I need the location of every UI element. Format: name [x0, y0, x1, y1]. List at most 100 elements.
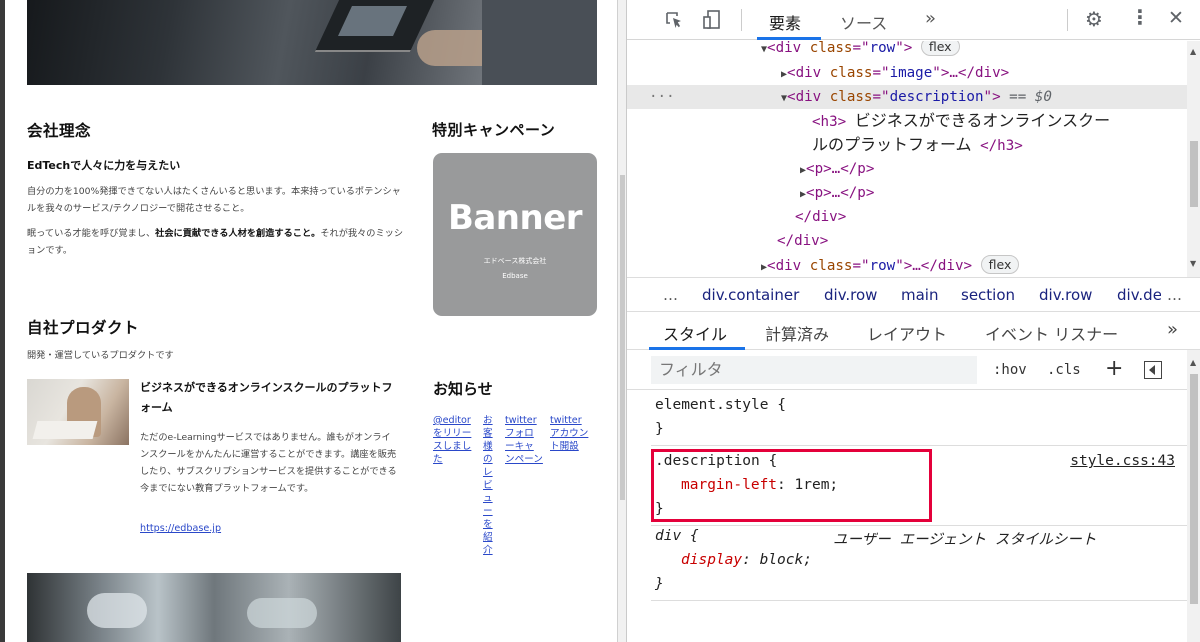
h3-text-line2: ルのプラットフォーム [812, 135, 972, 154]
selected-node-marker: == $0 [1009, 89, 1052, 105]
news-link-2[interactable]: お客様のレビューを紹介 [483, 414, 497, 557]
breadcrumb-item[interactable]: main [901, 286, 938, 304]
flex-badge[interactable]: flex [920, 41, 960, 56]
tag-name: div [795, 89, 822, 105]
style-rules: element.style { } .description { style.c… [627, 391, 1187, 642]
banner-name: Edbase [502, 272, 528, 280]
new-rule-plus-icon[interactable]: + [1105, 356, 1123, 381]
settings-gear-icon[interactable]: ⚙ [1085, 9, 1103, 29]
dom-tree-scrollbar-thumb[interactable] [1190, 141, 1198, 207]
tree-row-h3-cont[interactable]: ルのプラットフォーム </h3> [812, 133, 1023, 157]
css-property: display [681, 552, 743, 568]
tab-layout[interactable]: レイアウト [867, 321, 947, 345]
cls-toggle[interactable]: .cls [1047, 362, 1081, 378]
styles-scrollbar[interactable]: ▲ [1187, 350, 1200, 642]
closing-tag: </div> [795, 209, 847, 225]
news-link-4[interactable]: twitterアカウント開設 [550, 414, 590, 453]
tree-row-p1[interactable]: ▶<p>…</p> [800, 157, 874, 181]
h3-text-line1: ビジネスができるオンラインスクー [854, 111, 1111, 130]
news-link-1[interactable]: @editorをリリースしました [433, 414, 475, 466]
tree-row-open[interactable]: ▼<div class="row"> flex [761, 41, 960, 60]
breadcrumb-item[interactable]: div.container [702, 286, 799, 304]
tab-styles[interactable]: スタイル [663, 321, 727, 345]
tree-row-description-selected[interactable]: ··· ▼<div class="description"> == $0 [627, 85, 1187, 109]
more-subtabs-icon[interactable]: » [1167, 319, 1178, 340]
tree-row-image[interactable]: ▶<div class="image">…</div> [781, 61, 1009, 85]
philosophy-section: 会社理念 EdTechで人々に力を与えたい 自分の力を100%発揮できてない人は… [27, 110, 407, 259]
news-title: お知らせ [433, 380, 493, 398]
product-image [27, 379, 129, 445]
css-value: block; [759, 552, 812, 568]
knee-shape [87, 593, 147, 628]
page-scrollbar[interactable] [617, 0, 626, 642]
attr-value: row [869, 41, 896, 56]
breadcrumb-item[interactable]: section [961, 286, 1015, 304]
knee-shape [247, 598, 317, 628]
tree-row-h3[interactable]: <h3> ビジネスができるオンラインスクー [812, 109, 1110, 133]
dom-tree: ▼<div class="row"> flex ▶<div class="ima… [627, 41, 1187, 277]
tab-event-listeners[interactable]: イベント リスナー [985, 321, 1118, 345]
filter-input[interactable]: フィルタ [651, 356, 977, 384]
banner[interactable]: Banner エドベース株式会社 Edbase [433, 153, 597, 316]
tab-elements[interactable]: 要素 [769, 10, 801, 34]
web-page: 会社理念 EdTechで人々に力を与えたい 自分の力を100%発揮できてない人は… [0, 0, 617, 642]
element-style-selector[interactable]: element.style { [655, 397, 786, 413]
dom-tree-scrollbar[interactable]: ▲ ▼ [1187, 41, 1200, 277]
tab-sources[interactable]: ソース [840, 10, 887, 34]
inspect-element-icon[interactable] [665, 11, 683, 33]
attr-value: image [889, 65, 933, 81]
book-shape [32, 421, 98, 439]
rule-divider [651, 445, 1187, 446]
tab-computed[interactable]: 計算済み [765, 321, 829, 345]
styles-scrollbar-thumb[interactable] [1190, 374, 1198, 604]
breadcrumb-overflow-right-icon[interactable]: … [1167, 286, 1182, 304]
product-link[interactable]: https://edbase.jp [140, 523, 221, 534]
page-scrollbar-thumb[interactable] [620, 175, 625, 500]
tag-name: div [795, 65, 822, 81]
tree-row-collapsed[interactable]: ▶<div class="row">…</div> flex [761, 254, 1020, 277]
close-icon[interactable]: ✕ [1168, 9, 1184, 28]
display-declaration: display: block; [681, 552, 812, 568]
attr-value: description [889, 89, 984, 105]
sleeve-shape [482, 0, 597, 85]
devtools-toolbar: 要素 ソース » ⚙ ⋮ ✕ [627, 0, 1200, 40]
device-toolbar-icon[interactable] [703, 10, 721, 34]
more-tabs-icon[interactable]: » [925, 8, 936, 29]
breadcrumb-overflow-left-icon[interactable]: … [663, 286, 678, 304]
styles-filter-bar: フィルタ :hov .cls + [627, 350, 1187, 390]
screen: 会社理念 EdTechで人々に力を与えたい 自分の力を100%発揮できてない人は… [0, 0, 1200, 642]
breadcrumb-item[interactable]: div.de [1117, 286, 1161, 304]
campaign-section: 特別キャンペーン [432, 110, 597, 140]
scroll-down-icon[interactable]: ▼ [1190, 259, 1196, 268]
style-source-link[interactable]: style.css:43 [1070, 453, 1175, 469]
product-title: ビジネスができるオンラインスクールのプラットフォーム [140, 381, 393, 414]
breadcrumb-item[interactable]: div.row [824, 286, 877, 304]
more-options-icon[interactable]: ⋮ [1130, 7, 1150, 27]
window-edge [0, 0, 5, 642]
banner-text: Banner [447, 198, 583, 238]
styles-subtabs: スタイル 計算済み レイアウト イベント リスナー » [627, 312, 1200, 350]
tree-row-close-row[interactable]: </div> [777, 229, 828, 253]
philosophy-paragraph-1: 自分の力を100%発揮できてない人はたくさんいると思います。本来持っているポテン… [27, 186, 401, 214]
node-actions-ellipsis-icon[interactable]: ··· [649, 85, 675, 109]
news-link-3[interactable]: twitterフォローキャンペーン [505, 414, 543, 466]
scroll-up-icon[interactable]: ▲ [1190, 47, 1196, 56]
sidebar-toggle-icon[interactable] [1144, 361, 1162, 379]
div-selector[interactable]: div { [655, 528, 699, 544]
tree-row-close-description[interactable]: </div> [795, 205, 846, 229]
attr-name: class [809, 41, 853, 56]
attr-name: class [829, 65, 873, 81]
attr-name: class [809, 258, 853, 274]
tree-row-p2[interactable]: ▶<p>…</p> [800, 181, 874, 205]
hero-image [27, 0, 597, 85]
attr-name: class [829, 89, 873, 105]
breadcrumb-item[interactable]: div.row [1039, 286, 1092, 304]
banner-company: エドベース株式会社 [483, 257, 547, 265]
philosophy-paragraph-2: 眠っている才能を呼び覚まし、社会に貢献できる人材を創造すること。それが我々のミッ… [27, 225, 407, 259]
philosophy-title: 会社理念 [27, 122, 92, 140]
scroll-up-icon[interactable]: ▲ [1190, 358, 1196, 367]
products-title: 自社プロダクト [27, 319, 140, 337]
hov-toggle[interactable]: :hov [993, 362, 1027, 378]
tag-name: div [775, 258, 802, 274]
flex-badge[interactable]: flex [980, 255, 1020, 274]
